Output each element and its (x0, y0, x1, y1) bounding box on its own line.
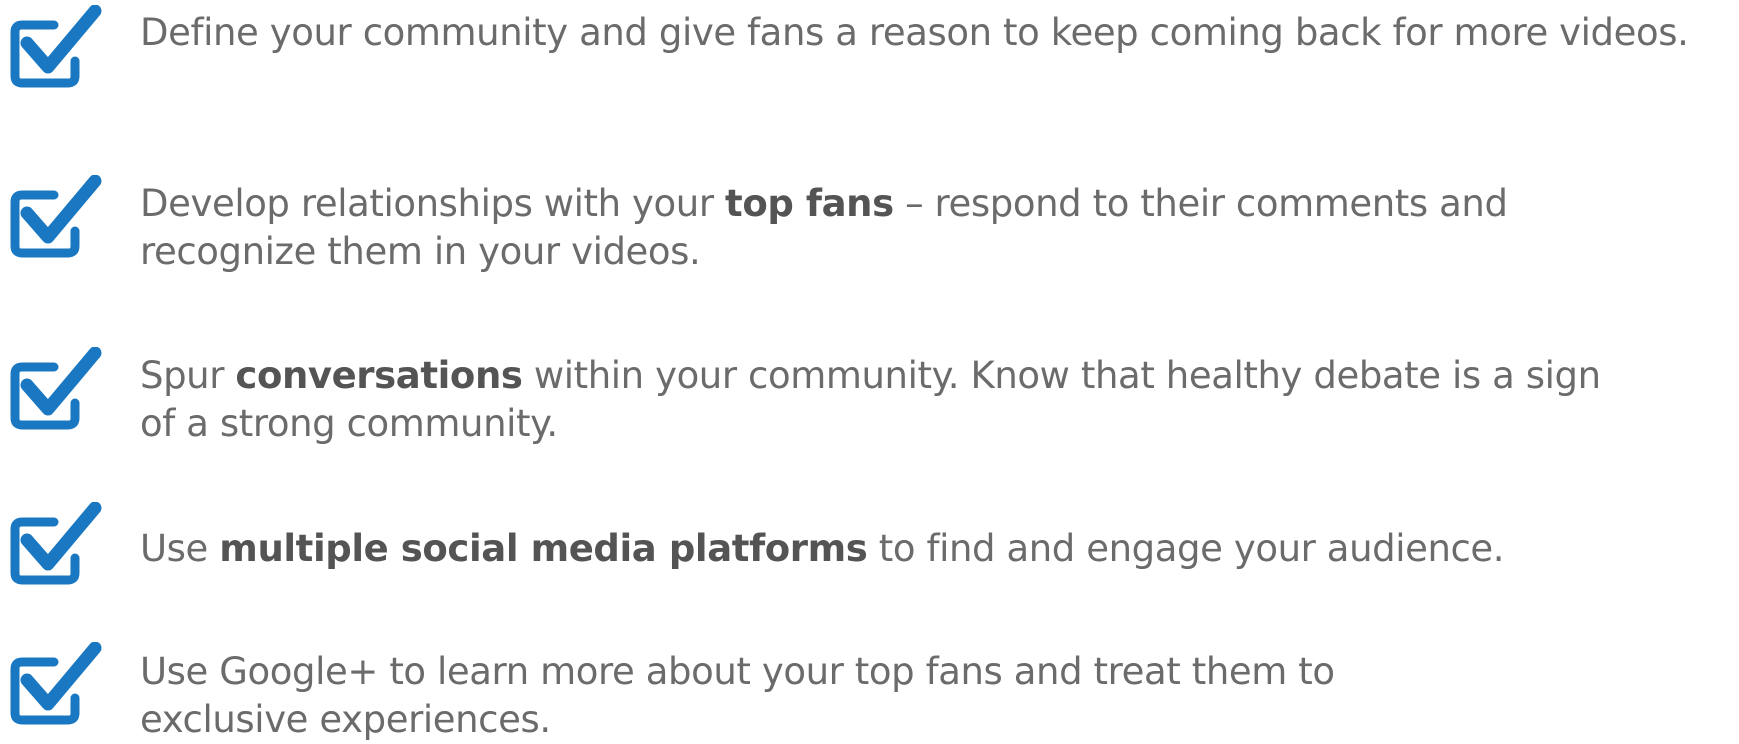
emphasis-text: multiple social media platforms (219, 527, 868, 570)
body-text: Spur (140, 354, 236, 397)
body-text: Develop relationships with your (140, 182, 726, 225)
body-text: of a strong community. (140, 402, 558, 445)
checklist-item-text: Define your community and give fans a re… (140, 9, 1689, 57)
emphasis-text: conversations (235, 354, 523, 397)
checkbox-checked-icon (10, 502, 102, 587)
body-text: within your community. Know that healthy… (522, 354, 1601, 397)
checkbox-checked-icon (10, 5, 102, 90)
checklist: Define your community and give fans a re… (0, 0, 1739, 741)
body-text: Define your community and give fans a re… (140, 11, 1689, 54)
checklist-item-text: Spur conversations within your community… (140, 352, 1601, 448)
checkbox-checked-icon (10, 347, 102, 432)
checklist-item-text: Use multiple social media platforms to f… (140, 525, 1505, 573)
body-text: to find and engage your audience. (867, 527, 1505, 570)
checklist-item-text: Use Google+ to learn more about your top… (140, 648, 1335, 744)
body-text: Use Google+ to learn more about your top… (140, 650, 1335, 693)
body-text: exclusive experiences. (140, 698, 551, 741)
checkbox-checked-icon (10, 175, 102, 260)
checkbox-checked-icon (10, 642, 102, 727)
body-text: – respond to their comments and (893, 182, 1508, 225)
body-text: Use (140, 527, 220, 570)
emphasis-text: top fans (725, 182, 894, 225)
body-text: recognize them in your videos. (140, 230, 701, 273)
checklist-item-text: Develop relationships with your top fans… (140, 180, 1508, 276)
